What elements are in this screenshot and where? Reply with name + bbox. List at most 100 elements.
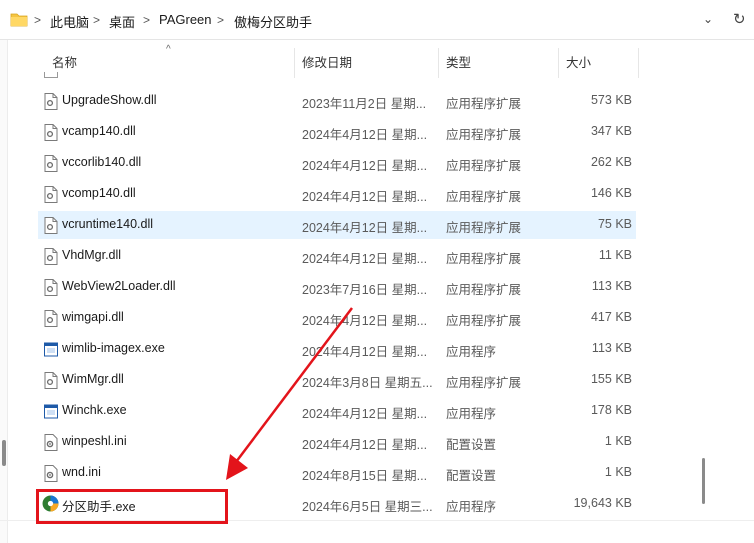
file-name: vcamp140.dll: [62, 124, 136, 138]
file-row[interactable]: vccorlib140.dll 2024年4月12日 星期... 应用程序扩展 262…: [38, 149, 636, 177]
file-size: 178 KB: [590, 403, 632, 417]
file-type: 应用程序扩展: [446, 376, 522, 390]
file-size: 19,643 KB: [573, 496, 632, 510]
file-modified-date: 2024年4月12日 星期...: [302, 407, 428, 421]
file-name: WebView2Loader.dll: [62, 279, 176, 293]
ini-file-icon: [44, 465, 58, 482]
file-modified-date: 2024年8月15日 星期...: [302, 469, 428, 483]
breadcrumb-separator-icon: >: [34, 13, 42, 27]
annotation-highlight-box: [36, 489, 228, 524]
column-header-size[interactable]: 大小: [558, 48, 638, 78]
file-type: 配置设置: [446, 438, 497, 452]
file-row[interactable]: vcruntime140.dll 2024年4月12日 星期... 应用程序扩展 75…: [38, 211, 636, 239]
file-modified-date: 2024年6月5日 星期三...: [302, 500, 433, 514]
file-row[interactable]: wimgapi.dll 2024年4月12日 星期... 应用程序扩展 417 KB: [38, 304, 636, 332]
file-size: 1 KB: [604, 434, 632, 448]
file-row[interactable]: vcomp140.dll 2024年4月12日 星期... 应用程序扩展 146 KB: [38, 180, 636, 208]
file-row[interactable]: WimMgr.dll 2024年3月8日 星期五... 应用程序扩展 155 KB: [38, 366, 636, 394]
breadcrumb-pagreen[interactable]: PAGreen: [159, 12, 212, 27]
file-row[interactable]: winpeshl.ini 2024年4月12日 星期... 配置设置 1 KB: [38, 428, 636, 456]
file-row[interactable]: wimlib-imagex.exe 2024年4月12日 星期... 应用程序 113…: [38, 335, 636, 363]
file-size: 11 KB: [598, 248, 632, 262]
file-size: 146 KB: [590, 186, 632, 200]
file-name: UpgradeShow.dll: [62, 93, 157, 107]
file-modified-date: 2024年4月12日 星期...: [302, 221, 428, 235]
file-size: 113 KB: [591, 279, 632, 293]
file-type: 应用程序扩展: [446, 190, 522, 204]
dll-file-icon: [44, 279, 58, 296]
file-size: 75 KB: [597, 217, 632, 231]
ini-file-icon: [44, 434, 58, 451]
exe-file-icon: [44, 404, 58, 419]
file-name: VhdMgr.dll: [62, 248, 122, 262]
file-row[interactable]: WebView2Loader.dll 2023年7月16日 星期... 应用程序扩展…: [38, 273, 636, 301]
file-name: vcomp140.dll: [62, 186, 136, 200]
file-type: 应用程序: [446, 407, 497, 421]
file-size: 262 KB: [590, 155, 632, 169]
file-type: 应用程序扩展: [446, 283, 522, 297]
file-size: 573 KB: [590, 93, 632, 107]
dll-file-icon: [44, 248, 58, 265]
file-modified-date: 2024年4月12日 星期...: [302, 438, 428, 452]
file-type: 应用程序扩展: [446, 128, 522, 142]
file-type: 应用程序扩展: [446, 252, 522, 266]
file-name: wnd.ini: [62, 465, 101, 479]
file-modified-date: 2024年4月12日 星期...: [302, 314, 428, 328]
file-name: wimlib-imagex.exe: [62, 341, 165, 355]
file-size: 417 KB: [590, 310, 632, 324]
file-modified-date: 2023年7月16日 星期...: [302, 283, 428, 297]
file-name: vccorlib140.dll: [62, 155, 142, 169]
address-bar[interactable]: > 此电脑 > 桌面 > PAGreen > 傲梅分区助手 ⌄ ↻: [0, 0, 754, 40]
file-type: 应用程序扩展: [446, 314, 522, 328]
dll-file-icon: [44, 310, 58, 327]
dll-file-icon: [44, 155, 58, 172]
file-modified-date: 2024年4月12日 星期...: [302, 128, 428, 142]
breadcrumb-separator-icon: >: [93, 13, 101, 27]
dll-file-icon: [44, 93, 58, 110]
folder-icon: [10, 13, 28, 27]
file-name: wimgapi.dll: [62, 310, 124, 324]
vertical-scrollbar-thumb[interactable]: [702, 458, 705, 504]
file-modified-date: 2023年11月2日 星期...: [302, 97, 427, 111]
breadcrumb-desktop[interactable]: 桌面: [109, 12, 135, 31]
file-size: 1 KB: [604, 465, 632, 479]
breadcrumb-aomei-partition-assistant[interactable]: 傲梅分区助手: [234, 12, 312, 31]
breadcrumb-separator-icon: >: [217, 13, 225, 27]
file-row[interactable]: Winchk.exe 2024年4月12日 星期... 应用程序 178 KB: [38, 397, 636, 425]
file-name: vcruntime140.dll: [62, 217, 154, 231]
dll-file-icon: [44, 124, 58, 141]
breadcrumb-this-pc[interactable]: 此电脑: [50, 12, 89, 31]
file-name: WimMgr.dll: [62, 372, 124, 386]
navigation-pane-edge: [0, 40, 8, 543]
file-name: Winchk.exe: [62, 403, 127, 417]
column-divider[interactable]: [638, 48, 639, 78]
file-type: 应用程序: [446, 345, 497, 359]
file-modified-date: 2024年4月12日 星期...: [302, 252, 428, 266]
file-row[interactable]: wnd.ini 2024年8月15日 星期... 配置设置 1 KB: [38, 459, 636, 487]
file-name: winpeshl.ini: [62, 434, 127, 448]
dll-file-icon: [44, 186, 58, 203]
file-modified-date: 2024年4月12日 星期...: [302, 159, 428, 173]
column-header-type[interactable]: 类型: [438, 48, 558, 78]
file-type: 配置设置: [446, 469, 497, 483]
refresh-icon[interactable]: ↻: [733, 10, 746, 28]
breadcrumb-separator-icon: >: [143, 13, 151, 27]
file-row[interactable]: VhdMgr.dll 2024年4月12日 星期... 应用程序扩展 11 KB: [38, 242, 636, 270]
file-modified-date: 2024年3月8日 星期五...: [302, 376, 433, 390]
file-type: 应用程序扩展: [446, 221, 522, 235]
dll-file-icon: [44, 217, 58, 234]
file-modified-date: 2024年4月12日 星期...: [302, 345, 428, 359]
column-header-modified-date[interactable]: 修改日期: [294, 48, 438, 78]
file-modified-date: 2024年4月12日 星期...: [302, 190, 428, 204]
exe-file-icon: [44, 342, 58, 357]
navigation-pane-scrollbar[interactable]: [2, 440, 6, 466]
partially-hidden-file-icon: [44, 72, 58, 78]
file-size: 347 KB: [590, 124, 632, 138]
file-row[interactable]: vcamp140.dll 2024年4月12日 星期... 应用程序扩展 347 KB: [38, 118, 636, 146]
chevron-down-icon[interactable]: ⌄: [703, 12, 713, 26]
file-row[interactable]: UpgradeShow.dll 2023年11月2日 星期... 应用程序扩展 573…: [38, 87, 636, 115]
file-type: 应用程序: [446, 500, 497, 514]
dll-file-icon: [44, 372, 58, 389]
file-size: 155 KB: [590, 372, 632, 386]
file-size: 113 KB: [591, 341, 632, 355]
